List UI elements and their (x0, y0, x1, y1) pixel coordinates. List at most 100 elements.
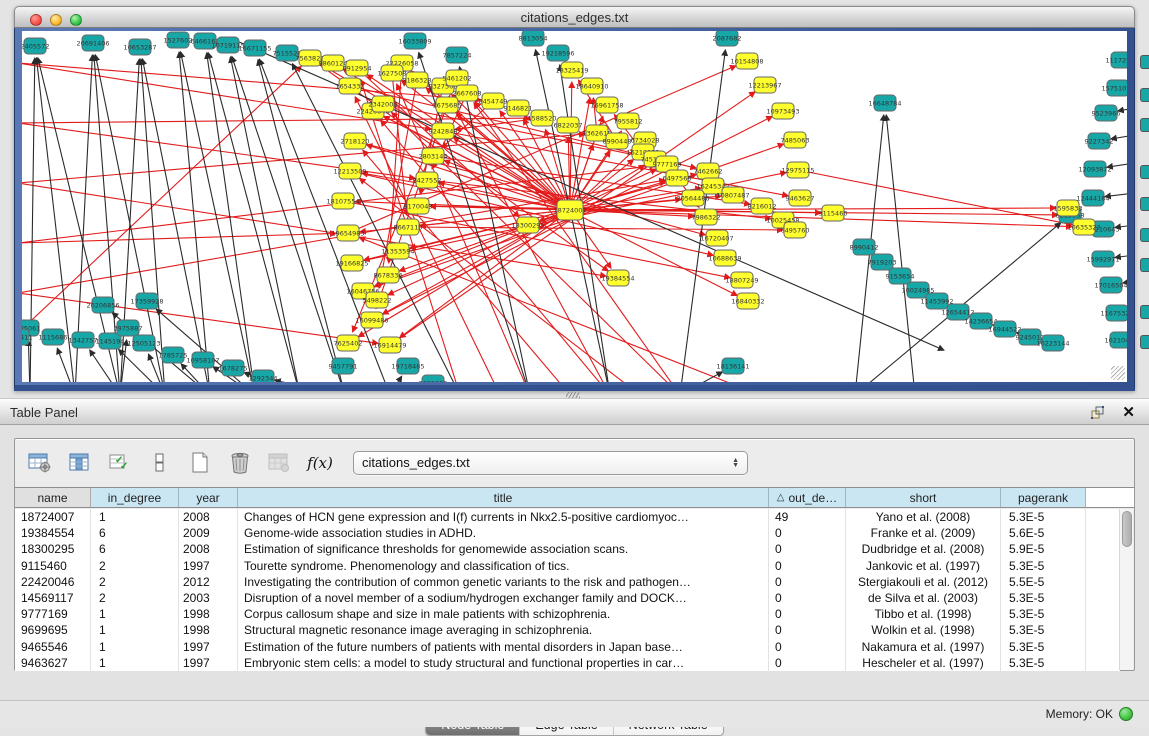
select-all-icon[interactable]: ✓ ✓ (107, 450, 133, 476)
graph-node[interactable]: 16720407 (700, 230, 733, 246)
graph-node[interactable]: 19384554 (601, 270, 634, 286)
column-header-in_degree[interactable]: in_degree (91, 488, 179, 507)
graph-node[interactable]: 16914479 (373, 337, 406, 353)
graph-node[interactable]: 6495760 (781, 222, 810, 238)
graph-node[interactable]: 19218596 (541, 45, 574, 61)
graph-node[interactable]: 7485063 (781, 132, 810, 148)
graph-node[interactable]: 9457791 (329, 358, 358, 374)
delete-table-icon[interactable] (227, 450, 253, 476)
column-visibility-icon[interactable] (67, 450, 93, 476)
graph-node[interactable]: 9227342 (1085, 133, 1114, 149)
new-table-icon[interactable] (187, 450, 213, 476)
graph-node[interactable]: 16961758 (590, 97, 623, 113)
graph-node[interactable]: 8813054 (519, 31, 548, 46)
table-source-select[interactable]: citations_edges.txt ▲▼ (353, 451, 748, 475)
graph-node[interactable]: 2087682 (713, 31, 742, 46)
graph-node[interactable]: 18107554 (326, 193, 359, 209)
table-row[interactable]: 946554611997Estimation of the future num… (15, 639, 1120, 655)
graph-node[interactable]: 7955812 (614, 113, 643, 129)
graph-node[interactable]: 1654332 (336, 78, 365, 94)
graph-node[interactable]: 7462662 (694, 163, 723, 179)
table-row[interactable]: 946362711997Embryonic stem cells: a mode… (15, 655, 1120, 671)
graph-node[interactable]: 1115686 (39, 329, 68, 345)
graph-node[interactable]: 5461202 (443, 70, 472, 86)
graph-node[interactable]: 7625402 (334, 335, 363, 351)
graph-node[interactable]: 11675323 (1100, 305, 1127, 321)
graph-node[interactable]: 1595833 (1054, 200, 1083, 216)
window-resize-grip[interactable] (1111, 366, 1125, 380)
column-header-name[interactable]: name (15, 488, 91, 507)
close-panel-icon[interactable]: ✕ (1122, 403, 1135, 421)
column-header-year[interactable]: year (179, 488, 238, 507)
graph-node[interactable]: 12213967 (748, 77, 781, 93)
graph-node[interactable]: 9699695 (419, 375, 448, 382)
graph-node[interactable]: 8186328 (403, 72, 432, 88)
column-header-pagerank[interactable]: pagerank (1001, 488, 1086, 507)
graph-node[interactable]: 7857224 (443, 47, 472, 63)
graph-node[interactable]: 12975115 (781, 162, 814, 178)
float-panel-icon[interactable] (1090, 405, 1105, 420)
graph-node[interactable]: 15751074 (1101, 80, 1127, 96)
graph-node[interactable]: 9463627 (786, 190, 815, 206)
table-row[interactable]: 1830029562008Estimation of significance … (15, 541, 1120, 557)
graph-node[interactable]: 2405572 (22, 38, 49, 54)
graph-node[interactable]: 17016504 (1094, 277, 1127, 293)
graph-node[interactable]: 9242848 (429, 123, 458, 139)
graph-node[interactable]: 11172532 (1105, 52, 1127, 68)
column-header-out_de[interactable]: △out_de… (769, 488, 846, 507)
graph-node[interactable]: 16033809 (398, 33, 431, 49)
column-header-short[interactable]: short (846, 488, 1001, 507)
modify-table-icon[interactable] (27, 450, 53, 476)
row-options-icon[interactable] (147, 450, 173, 476)
graph-node[interactable]: 1342757 (69, 332, 98, 348)
table-row[interactable]: 911546021997Tourette syndrome. Phenomeno… (15, 558, 1120, 574)
graph-node[interactable]: 8216012 (748, 198, 777, 214)
graph-node[interactable]: 9115460 (819, 205, 848, 221)
graph-node[interactable]: 2342004 (369, 96, 398, 112)
column-header-title[interactable]: title (238, 488, 769, 507)
graph-node[interactable]: 19654983 (331, 225, 364, 241)
graph-node[interactable]: 10210455 (1104, 332, 1127, 348)
graph-node[interactable]: 1527602 (164, 32, 193, 48)
graph-node[interactable]: 12213509 (333, 163, 366, 179)
graph-node[interactable]: 18807249 (725, 272, 758, 288)
graph-node[interactable]: 8170043 (404, 198, 433, 214)
graph-node[interactable]: 10653287 (123, 39, 156, 55)
table-row[interactable]: 969969511998Structural magnetic resonanc… (15, 622, 1120, 638)
graph-node[interactable]: 18136141 (716, 358, 749, 374)
table-scrollbar-thumb[interactable] (1122, 511, 1132, 547)
graph-node[interactable]: 7986322 (692, 209, 721, 225)
graph-node[interactable]: 8427552 (413, 172, 442, 188)
graph-node[interactable]: 8990448 (603, 133, 632, 149)
graph-node[interactable]: 6822037 (554, 117, 583, 133)
graph-node[interactable]: 9523966 (1092, 105, 1121, 121)
graph-node[interactable]: 10688639 (708, 250, 741, 266)
network-canvas[interactable]: 2405572 20691406 10653287 1527602 646616… (22, 31, 1127, 382)
graph-node[interactable]: 1675685 (433, 97, 462, 113)
graph-node[interactable]: 6497568 (663, 170, 692, 186)
graph-node[interactable]: 1292344 (249, 370, 278, 382)
graph-node[interactable]: 2803144 (419, 148, 448, 164)
graph-node[interactable]: 18724007 (553, 200, 586, 220)
graph-node[interactable]: 20206856 (86, 297, 119, 313)
graph-node[interactable]: 1678275 (219, 360, 248, 376)
graph-node[interactable]: 20691406 (76, 35, 109, 51)
graph-node[interactable]: 5498222 (363, 292, 392, 308)
table-row[interactable]: 977716911998Corpus callosum shape and si… (15, 606, 1120, 622)
graph-node[interactable]: 15992971 (1086, 251, 1119, 267)
graph-node[interactable]: 2718120 (341, 133, 370, 149)
graph-node[interactable]: 8678334 (374, 267, 403, 283)
table-scrollbar[interactable] (1119, 509, 1133, 670)
graph-node[interactable]: 16648784 (868, 95, 901, 111)
table-row[interactable]: 1456911722003Disruption of a novel membe… (15, 590, 1120, 606)
network-window-titlebar[interactable]: citations_edges.txt (14, 6, 1135, 28)
graph-node[interactable]: 8667110 (394, 219, 423, 235)
table-row[interactable]: 1938455462009Genome-wide association stu… (15, 525, 1120, 541)
graph-node[interactable]: 12093872 (1078, 161, 1111, 177)
function-builder-icon[interactable]: f(x) (307, 450, 333, 476)
table-row[interactable]: 1872400712008Changes of HCN gene express… (15, 509, 1120, 525)
table-row[interactable]: 2242004622012Investigating the contribut… (15, 574, 1120, 590)
graph-node[interactable]: 8990412 (850, 239, 879, 255)
graph-node[interactable]: 3975887 (114, 320, 143, 336)
graph-node[interactable]: 18325419 (555, 62, 588, 78)
